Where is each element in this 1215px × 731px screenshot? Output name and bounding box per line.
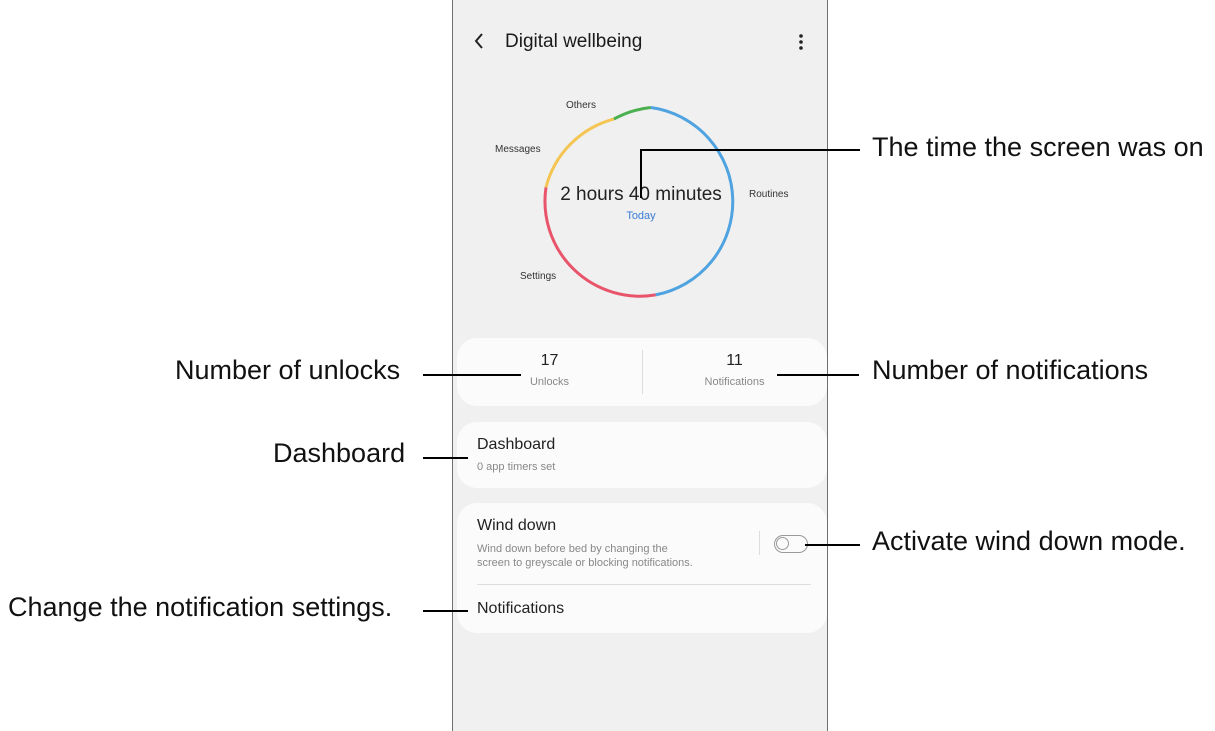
annotation-notification-settings: Change the notification settings. bbox=[8, 592, 393, 622]
ring-segment-others bbox=[613, 106, 652, 121]
segment-label-messages: Messages bbox=[495, 144, 541, 155]
wind-down-description-line1: Wind down before bed by changing the bbox=[477, 543, 668, 555]
callout-line-screen-time bbox=[640, 149, 860, 151]
segment-label-settings: Settings bbox=[520, 271, 557, 282]
notifications-label: Notifications bbox=[704, 376, 765, 388]
callout-line-notification-settings bbox=[423, 610, 468, 612]
notifications-item[interactable]: Notifications bbox=[477, 600, 564, 618]
card-divider bbox=[477, 584, 811, 585]
wind-down-title: Wind down bbox=[477, 517, 557, 534]
wind-down-card: Wind down Wind down before bed by changi… bbox=[457, 503, 827, 633]
stats-card: 17 Unlocks 11 Notifications bbox=[457, 338, 827, 406]
usage-ring-chart[interactable]: Others Messages Routines Settings 2 hour… bbox=[453, 80, 827, 320]
unlocks-stat[interactable]: 17 Unlocks bbox=[457, 352, 642, 388]
app-bar: Digital wellbeing bbox=[453, 22, 827, 62]
notifications-count: 11 bbox=[726, 352, 743, 369]
segment-label-others: Others bbox=[566, 100, 597, 111]
notifications-stat[interactable]: 11 Notifications bbox=[642, 352, 827, 388]
chevron-left-icon bbox=[474, 33, 483, 49]
wind-down-description-line2: screen to greyscale or blocking notifica… bbox=[477, 557, 693, 569]
screen-time-period: Today bbox=[626, 210, 656, 222]
unlocks-label: Unlocks bbox=[529, 376, 570, 388]
page-title: Digital wellbeing bbox=[505, 31, 643, 52]
annotation-screen-time: The time the screen was on bbox=[872, 132, 1204, 162]
ring-segment-messages bbox=[544, 117, 615, 188]
callout-line-screen-time-vertical bbox=[640, 150, 642, 198]
more-vertical-icon bbox=[799, 34, 803, 50]
wind-down-divider bbox=[759, 531, 760, 555]
callout-line-unlocks bbox=[423, 374, 521, 376]
back-button[interactable] bbox=[467, 26, 491, 56]
dashboard-card[interactable]: Dashboard 0 app timers set bbox=[457, 422, 827, 488]
callout-line-dashboard bbox=[423, 457, 468, 459]
annotation-notifications: Number of notifications bbox=[872, 355, 1149, 385]
toggle-knob bbox=[776, 537, 789, 550]
annotation-wind-down: Activate wind down mode. bbox=[872, 526, 1186, 556]
annotation-dashboard: Dashboard bbox=[273, 438, 406, 468]
wind-down-toggle[interactable] bbox=[774, 535, 808, 553]
dashboard-title: Dashboard bbox=[477, 436, 556, 453]
dashboard-subtitle: 0 app timers set bbox=[477, 461, 556, 473]
callout-line-notifications bbox=[777, 374, 859, 376]
callout-line-wind-down bbox=[805, 544, 860, 546]
unlocks-count: 17 bbox=[540, 352, 559, 369]
more-options-button[interactable] bbox=[791, 28, 811, 56]
annotation-unlocks: Number of unlocks bbox=[175, 355, 401, 385]
phone-screen: Digital wellbeing Others Messages Routin… bbox=[452, 0, 828, 731]
